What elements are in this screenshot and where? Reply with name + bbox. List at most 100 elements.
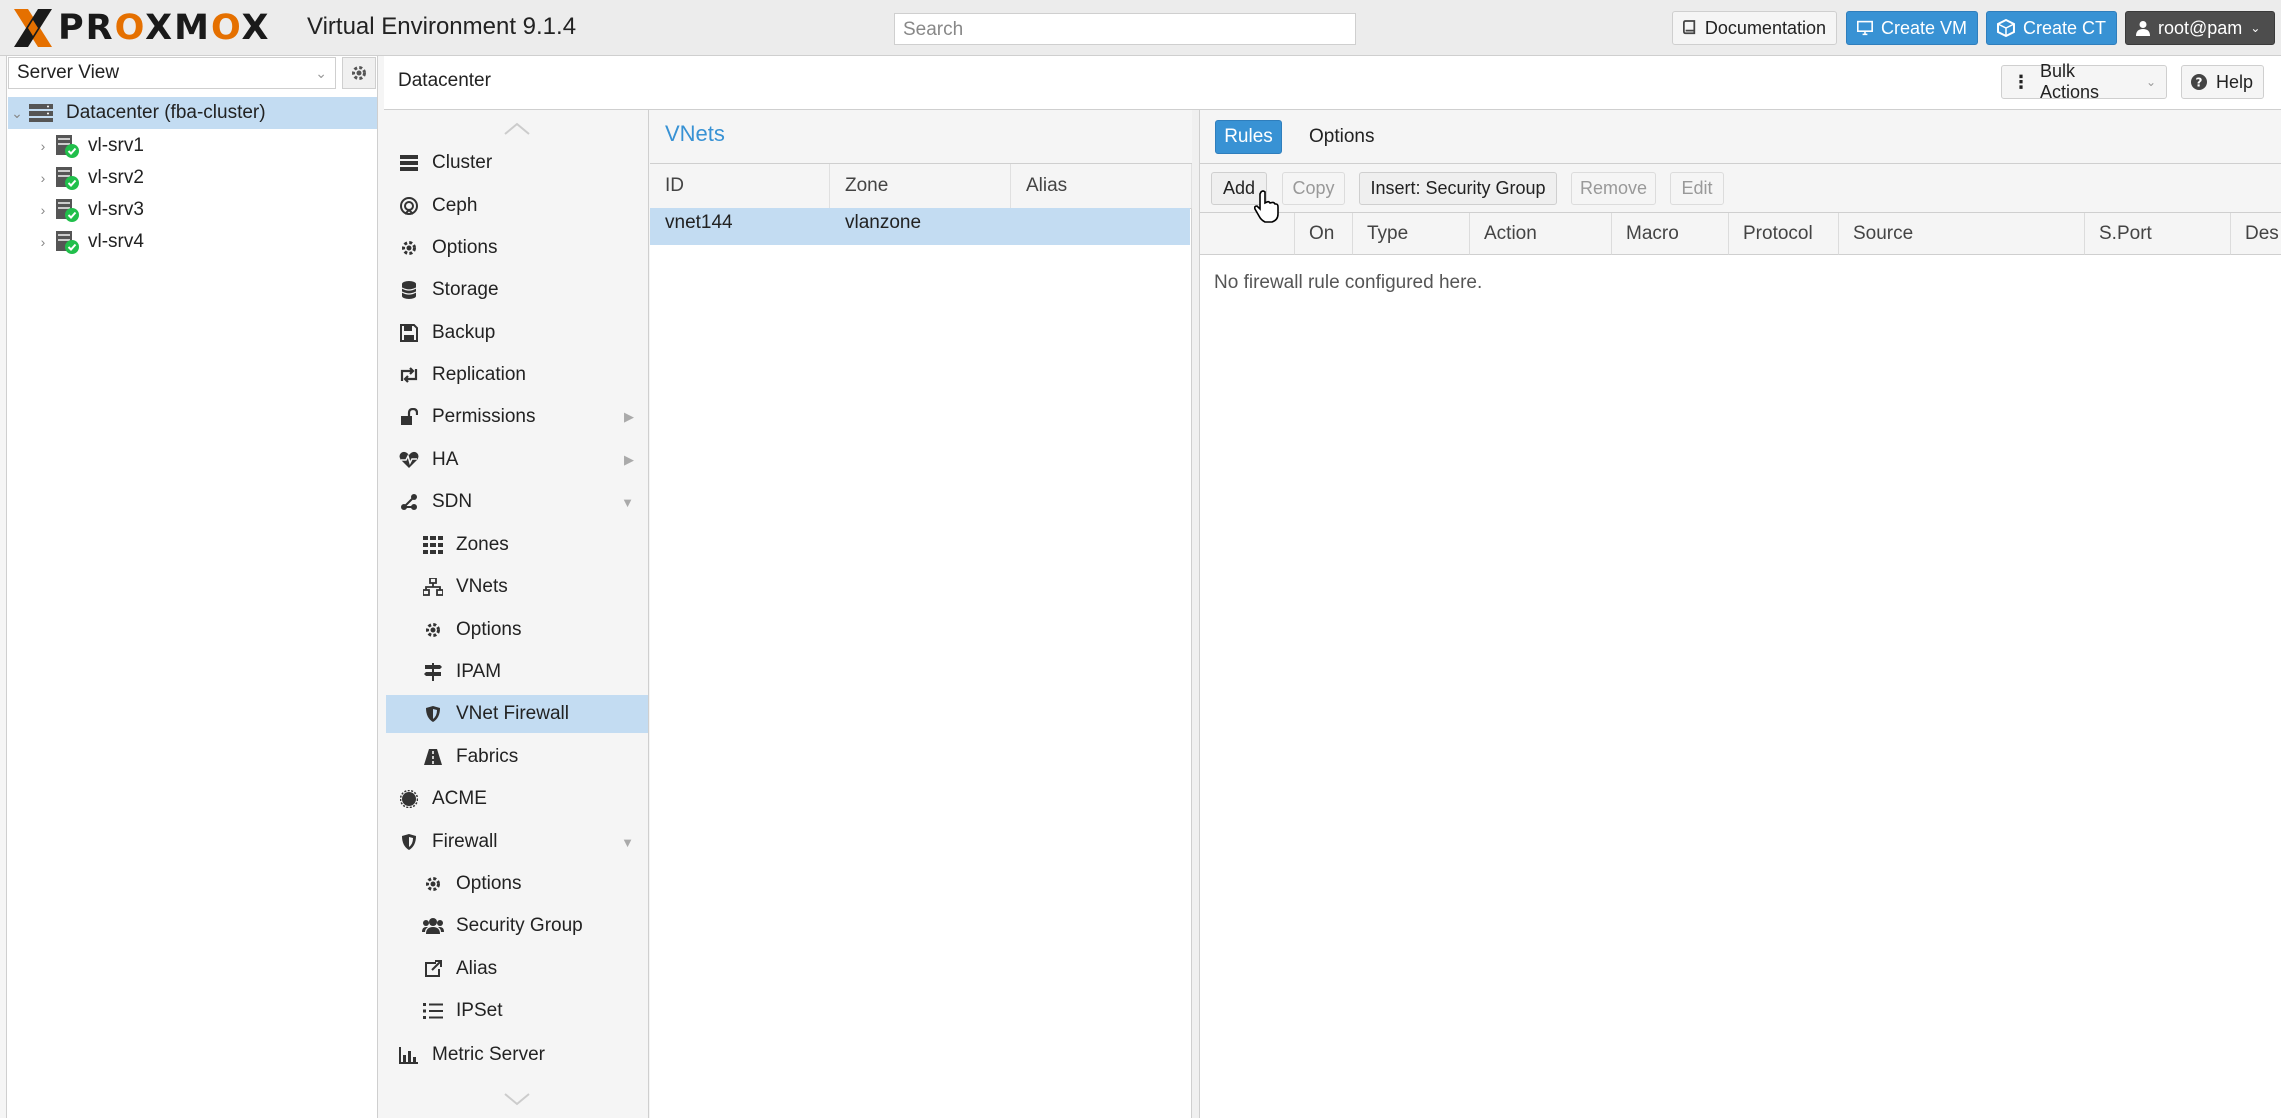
nav-item-metric-server[interactable]: Metric Server <box>386 1036 648 1074</box>
nav-item-zones[interactable]: Zones <box>386 526 648 564</box>
column-header-on[interactable]: On <box>1295 213 1353 255</box>
view-select[interactable]: Server View ⌄ <box>8 57 336 89</box>
nav-item-security-group[interactable]: Security Group <box>386 907 648 945</box>
search-input[interactable]: Search <box>894 13 1356 45</box>
chevron-right-icon[interactable]: › <box>34 234 52 250</box>
nav-item-ipam[interactable]: IPAM <box>386 653 648 691</box>
book-icon <box>1683 20 1696 35</box>
nav-item-firewall-options[interactable]: Options <box>386 865 648 903</box>
nav-item-ipset[interactable]: IPSet <box>386 992 648 1030</box>
node-online-icon <box>56 135 79 158</box>
tree-item-node[interactable]: › vl-srv2 <box>8 162 377 194</box>
column-header-id[interactable]: ID <box>650 164 830 209</box>
chevron-right-icon[interactable]: › <box>34 138 52 154</box>
tree-item-node[interactable]: › vl-srv4 <box>8 226 377 258</box>
tab-options[interactable]: Options <box>1297 120 1386 154</box>
vnet-id-cell: vnet144 <box>665 212 733 233</box>
nav-item-alias[interactable]: Alias <box>386 950 648 988</box>
nav-item-replication[interactable]: Replication <box>386 356 648 394</box>
nav-label: Replication <box>432 364 526 385</box>
create-ct-label: Create CT <box>2022 17 2106 38</box>
user-menu-button[interactable]: root@pam ⌄ <box>2125 11 2275 45</box>
nav-label: HA <box>432 449 459 470</box>
create-vm-button[interactable]: Create VM <box>1846 11 1978 45</box>
unlock-icon <box>398 406 420 428</box>
tree-item-node[interactable]: › vl-srv3 <box>8 194 377 226</box>
chevron-down-icon: ⌄ <box>315 64 327 81</box>
help-button[interactable]: ? Help <box>2181 65 2264 99</box>
nav-label: Alias <box>456 958 498 979</box>
create-ct-button[interactable]: Create CT <box>1986 11 2117 45</box>
chevron-down-icon: ⌄ <box>2250 21 2261 35</box>
datacenter-label: Datacenter (fba-cluster) <box>66 102 266 123</box>
firewall-rules-panel <box>1200 110 2281 1118</box>
nav-item-sdn[interactable]: SDN ▼ <box>386 483 648 521</box>
node-online-icon <box>56 231 79 254</box>
nav-item-sdn-options[interactable]: Options <box>386 611 648 649</box>
chevron-down-icon: ⌄ <box>2145 75 2156 89</box>
tree-item-datacenter[interactable]: ⌄ Datacenter (fba-cluster) <box>8 97 377 129</box>
remove-button[interactable]: Remove <box>1571 172 1656 205</box>
caret-down-icon: ▼ <box>621 834 634 850</box>
nav-item-storage[interactable]: Storage <box>386 271 648 309</box>
nav-label: Storage <box>432 279 499 300</box>
column-header-macro[interactable]: Macro <box>1612 213 1729 255</box>
nav-label: Options <box>456 873 522 894</box>
column-header-protocol[interactable]: Protocol <box>1729 213 1839 255</box>
group-icon <box>422 915 444 937</box>
gear-icon <box>422 619 444 641</box>
nav-label: Security Group <box>456 915 583 936</box>
gear-icon <box>398 237 420 259</box>
svg-text:?: ? <box>2196 76 2203 90</box>
nav-item-cluster[interactable]: Cluster <box>386 144 648 182</box>
expand-toggle-icon[interactable]: ⌄ <box>8 105 26 122</box>
insert-security-group-button[interactable]: Insert: Security Group <box>1359 172 1557 205</box>
column-header-zone[interactable]: Zone <box>830 164 1011 209</box>
panel-splitter[interactable] <box>1192 110 1200 1118</box>
page-title: Datacenter <box>398 70 491 91</box>
bar-chart-icon <box>398 1044 420 1066</box>
certificate-icon <box>398 788 420 810</box>
documentation-button[interactable]: Documentation <box>1672 11 1837 45</box>
scroll-down-button[interactable] <box>384 1084 649 1114</box>
column-header-dest[interactable]: Des <box>2231 213 2281 255</box>
nav-item-fabrics[interactable]: Fabrics <box>386 738 648 776</box>
tab-rules[interactable]: Rules <box>1215 120 1282 154</box>
help-label: Help <box>2216 71 2254 92</box>
node-online-icon <box>56 199 79 222</box>
bulk-actions-button[interactable]: ⋮ Bulk Actions ⌄ <box>2001 61 2167 102</box>
column-header-handle <box>1200 213 1295 255</box>
grid-icon <box>422 534 444 556</box>
nav-item-ceph[interactable]: Ceph <box>386 187 648 225</box>
copy-button[interactable]: Copy <box>1282 172 1345 205</box>
nav-item-permissions[interactable]: Permissions ▶ <box>386 398 648 436</box>
column-header-sport[interactable]: S.Port <box>2085 213 2231 255</box>
nav-item-backup[interactable]: Backup <box>386 314 648 352</box>
ceph-icon <box>398 195 420 217</box>
node-online-icon <box>56 167 79 190</box>
tree-settings-button[interactable] <box>342 57 376 89</box>
column-header-type[interactable]: Type <box>1353 213 1470 255</box>
nav-label: Permissions <box>432 406 536 427</box>
nav-item-vnet-firewall[interactable]: VNet Firewall <box>386 695 648 733</box>
proxmox-logo[interactable]: PROXMOX <box>10 5 270 51</box>
nav-item-firewall[interactable]: Firewall ▼ <box>386 823 648 861</box>
scroll-up-button[interactable] <box>384 114 649 144</box>
nav-item-options[interactable]: Options <box>386 229 648 267</box>
column-header-action[interactable]: Action <box>1470 213 1612 255</box>
nav-label: Fabrics <box>456 746 519 767</box>
nav-item-ha[interactable]: HA ▶ <box>386 441 648 479</box>
heartbeat-icon <box>398 449 420 471</box>
chevron-right-icon[interactable]: › <box>34 170 52 186</box>
nav-label: Cluster <box>432 152 493 173</box>
network-icon <box>422 576 444 598</box>
tree-item-node[interactable]: › vl-srv1 <box>8 130 377 162</box>
column-header-alias[interactable]: Alias <box>1011 164 1192 209</box>
edit-button[interactable]: Edit <box>1670 172 1724 205</box>
node-label: vl-srv4 <box>88 231 144 252</box>
nav-item-acme[interactable]: ACME <box>386 780 648 818</box>
nav-label: Metric Server <box>432 1044 545 1065</box>
nav-item-vnets[interactable]: VNets <box>386 568 648 606</box>
column-header-source[interactable]: Source <box>1839 213 2085 255</box>
chevron-right-icon[interactable]: › <box>34 202 52 218</box>
